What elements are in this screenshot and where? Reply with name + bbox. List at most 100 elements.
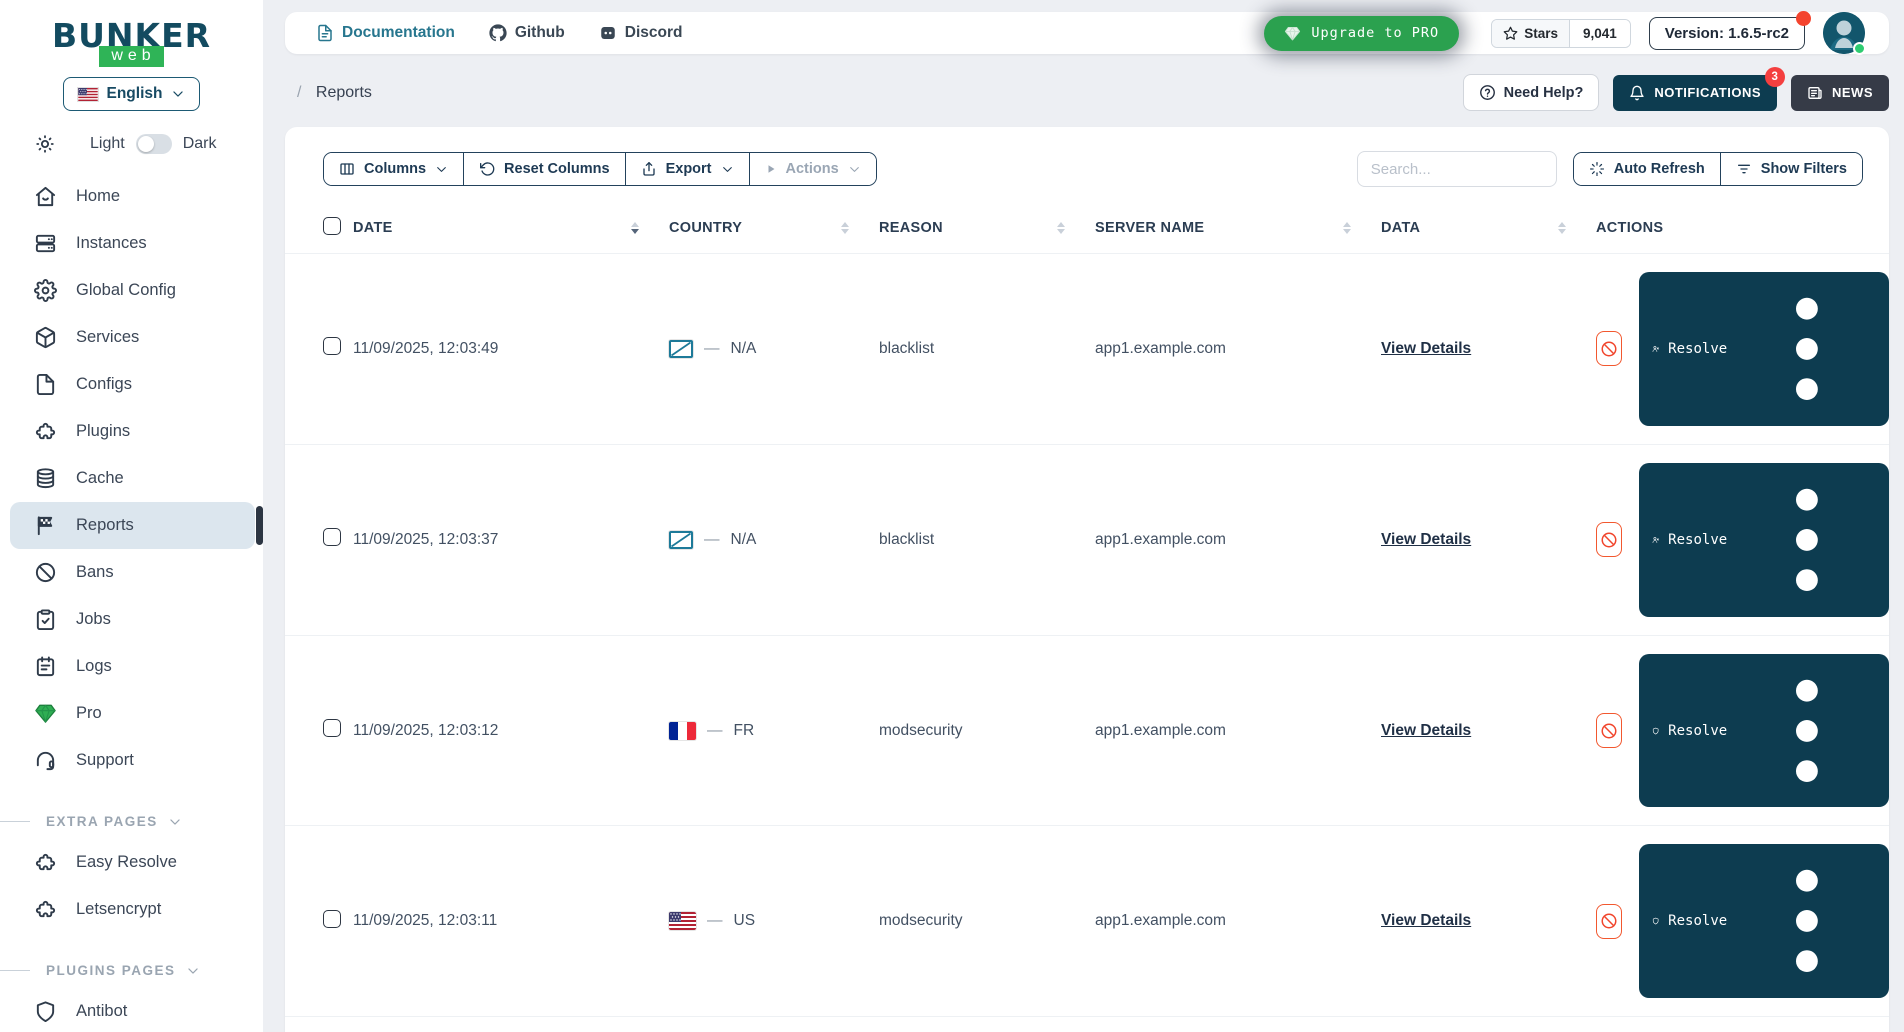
sidebar-item-label: Global Config (76, 281, 176, 300)
checkered-flag-icon (34, 514, 57, 537)
country-flag-icon-na (669, 531, 693, 549)
view-details-link[interactable]: View Details (1381, 722, 1471, 739)
sidebar-item-antibot[interactable]: Antibot (10, 988, 255, 1032)
sort-arrows-icon[interactable] (1057, 222, 1065, 235)
row-checkbox[interactable] (323, 528, 341, 546)
sidebar-item-support[interactable]: Support (10, 737, 255, 784)
sidebar-item-label: Letsencrypt (76, 900, 161, 919)
sort-arrows-icon[interactable] (841, 222, 849, 235)
sidebar-item-reports[interactable]: Reports (10, 502, 255, 549)
column-header-country[interactable]: COUNTRY (669, 201, 879, 254)
sidebar-item-pro[interactable]: Pro (10, 690, 255, 737)
sidebar-item-letsencrypt[interactable]: Letsencrypt (10, 886, 255, 933)
caret-right-icon (765, 163, 777, 175)
ban-icon (1600, 722, 1618, 740)
github-stars-widget[interactable]: Stars 9,041 (1491, 19, 1631, 48)
puzzle-icon (34, 420, 57, 443)
us-flag-icon (78, 88, 98, 101)
resolve-button[interactable]: Resolve (1639, 844, 1889, 998)
view-details-link[interactable]: View Details (1381, 340, 1471, 357)
sidebar-item-plugins[interactable]: Plugins (10, 408, 255, 455)
sidebar-section-plugins-pages[interactable]: PLUGINS PAGES (0, 963, 263, 978)
sidebar-item-home[interactable]: Home (10, 173, 255, 220)
upgrade-to-pro-button[interactable]: Upgrade to PRO (1264, 16, 1459, 51)
sidebar-item-logs[interactable]: Logs (10, 643, 255, 690)
select-all-checkbox[interactable] (323, 217, 341, 235)
column-header-server-name[interactable]: SERVER NAME (1095, 201, 1381, 254)
sun-icon (34, 133, 56, 155)
filter-lines-icon (1736, 161, 1752, 177)
sort-arrows-icon[interactable] (1343, 222, 1351, 235)
sidebar-item-label: Pro (76, 704, 102, 723)
resolve-button[interactable]: Resolve (1639, 463, 1889, 617)
column-header-reason[interactable]: REASON (879, 201, 1095, 254)
report-date: 11/09/2025, 12:03:11 (353, 1017, 669, 1032)
sort-arrows-icon[interactable] (631, 222, 639, 235)
export-button[interactable]: Export (625, 153, 749, 185)
sidebar-item-configs[interactable]: Configs (10, 361, 255, 408)
question-circle-icon (1479, 84, 1496, 101)
version-badge[interactable]: Version: 1.6.5-rc2 (1649, 17, 1805, 50)
headset-icon (34, 749, 57, 772)
theme-light-label: Light (90, 135, 125, 153)
ban-icon (1600, 340, 1618, 358)
kebab-icon[interactable] (1738, 280, 1876, 418)
sidebar-item-easy-resolve[interactable]: Easy Resolve (10, 839, 255, 886)
ban-button[interactable] (1596, 713, 1622, 748)
header-link-discord[interactable]: Discord (599, 24, 683, 42)
column-header-date[interactable]: DATE (353, 201, 669, 254)
column-header-data[interactable]: DATA (1381, 201, 1596, 254)
shield-icon (1652, 723, 1659, 739)
row-checkbox[interactable] (323, 910, 341, 928)
resolve-button[interactable]: Resolve (1639, 272, 1889, 426)
stars-label: Stars (1524, 26, 1558, 41)
sidebar-item-global-config[interactable]: Global Config (10, 267, 255, 314)
notifications-button[interactable]: NOTIFICATIONS 3 (1613, 75, 1777, 111)
ban-button[interactable] (1596, 904, 1622, 939)
sidebar-item-jobs[interactable]: Jobs (10, 596, 255, 643)
toolbar-right: Auto Refresh Show Filters (1357, 151, 1863, 187)
sidebar-item-services[interactable]: Services (10, 314, 255, 361)
theme-toggle[interactable] (136, 134, 172, 154)
home-icon (34, 185, 57, 208)
chevron-down-icon (721, 163, 734, 176)
reset-columns-button[interactable]: Reset Columns (463, 153, 625, 185)
chevron-down-icon (848, 163, 861, 176)
ban-button[interactable] (1596, 522, 1622, 557)
sidebar-item-label: Plugins (76, 422, 130, 441)
need-help-button[interactable]: Need Help? (1463, 74, 1600, 111)
country-flag-icon-fr (669, 722, 696, 740)
sidebar-item-cache[interactable]: Cache (10, 455, 255, 502)
user-avatar[interactable] (1823, 12, 1865, 54)
sidebar-item-instances[interactable]: Instances (10, 220, 255, 267)
kebab-icon[interactable] (1738, 852, 1876, 990)
header-link-documentation[interactable]: Documentation (316, 24, 455, 42)
row-checkbox[interactable] (323, 719, 341, 737)
breadcrumb-row: / Reports Need Help? NOTIFICATIONS 3 NEW… (285, 74, 1889, 111)
header-link-github[interactable]: Github (489, 24, 565, 42)
resolve-label: Resolve (1668, 723, 1727, 739)
language-select[interactable]: English (63, 77, 201, 111)
row-checkbox[interactable] (323, 337, 341, 355)
show-filters-button[interactable]: Show Filters (1720, 153, 1862, 185)
ban-button[interactable] (1596, 331, 1622, 366)
view-details-link[interactable]: View Details (1381, 912, 1471, 929)
kebab-icon[interactable] (1738, 471, 1876, 609)
news-button[interactable]: NEWS (1791, 75, 1889, 111)
gem-green-icon (34, 702, 57, 725)
sidebar-item-bans[interactable]: Bans (10, 549, 255, 596)
kebab-icon[interactable] (1738, 662, 1876, 800)
columns-button[interactable]: Columns (324, 153, 463, 185)
section-rule (0, 970, 30, 971)
section-title: EXTRA PAGES (46, 814, 158, 829)
sidebar-section-extra-pages[interactable]: EXTRA PAGES (0, 814, 263, 829)
report-date: 11/09/2025, 12:03:11 (353, 826, 669, 1017)
actions-button[interactable]: Actions (749, 153, 876, 185)
resolve-button[interactable]: Resolve (1639, 654, 1889, 808)
auto-refresh-button[interactable]: Auto Refresh (1574, 153, 1720, 185)
report-reason: modsecurity (879, 826, 1095, 1017)
search-input[interactable] (1357, 151, 1557, 187)
sort-arrows-icon[interactable] (1558, 222, 1566, 235)
view-details-link[interactable]: View Details (1381, 531, 1471, 548)
chevron-down-icon (186, 964, 200, 978)
